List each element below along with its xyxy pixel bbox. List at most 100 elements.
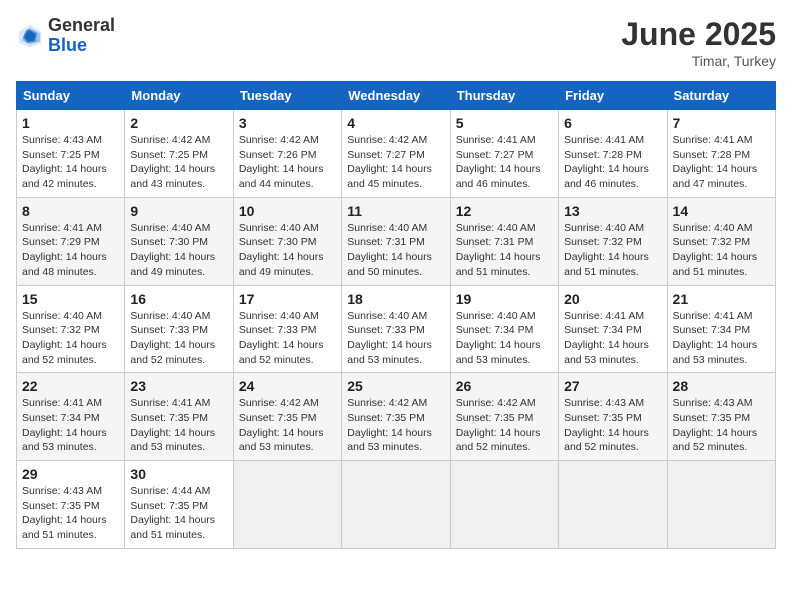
col-header-monday: Monday: [125, 82, 233, 110]
calendar-cell: 26 Sunrise: 4:42 AMSunset: 7:35 PMDaylig…: [450, 373, 558, 461]
calendar-cell: [233, 461, 341, 549]
day-number: 11: [347, 203, 444, 219]
day-info: Sunrise: 4:40 AMSunset: 7:31 PMDaylight:…: [456, 222, 541, 278]
calendar-cell: 12 Sunrise: 4:40 AMSunset: 7:31 PMDaylig…: [450, 197, 558, 285]
day-number: 1: [22, 115, 119, 131]
day-number: 14: [673, 203, 770, 219]
month-title: June 2025: [621, 16, 776, 53]
calendar-table: SundayMondayTuesdayWednesdayThursdayFrid…: [16, 81, 776, 549]
calendar-cell: 21 Sunrise: 4:41 AMSunset: 7:34 PMDaylig…: [667, 285, 775, 373]
calendar-cell: 7 Sunrise: 4:41 AMSunset: 7:28 PMDayligh…: [667, 110, 775, 198]
day-number: 2: [130, 115, 227, 131]
calendar-cell: 6 Sunrise: 4:41 AMSunset: 7:28 PMDayligh…: [559, 110, 667, 198]
day-info: Sunrise: 4:41 AMSunset: 7:35 PMDaylight:…: [130, 397, 215, 453]
day-number: 4: [347, 115, 444, 131]
day-number: 13: [564, 203, 661, 219]
day-number: 25: [347, 378, 444, 394]
calendar-cell: 19 Sunrise: 4:40 AMSunset: 7:34 PMDaylig…: [450, 285, 558, 373]
day-info: Sunrise: 4:42 AMSunset: 7:35 PMDaylight:…: [347, 397, 432, 453]
day-info: Sunrise: 4:41 AMSunset: 7:34 PMDaylight:…: [673, 310, 758, 366]
day-info: Sunrise: 4:40 AMSunset: 7:33 PMDaylight:…: [130, 310, 215, 366]
day-info: Sunrise: 4:40 AMSunset: 7:30 PMDaylight:…: [130, 222, 215, 278]
location-subtitle: Timar, Turkey: [621, 53, 776, 69]
calendar-cell: 22 Sunrise: 4:41 AMSunset: 7:34 PMDaylig…: [17, 373, 125, 461]
day-number: 21: [673, 291, 770, 307]
col-header-thursday: Thursday: [450, 82, 558, 110]
calendar-cell: [450, 461, 558, 549]
calendar-cell: 9 Sunrise: 4:40 AMSunset: 7:30 PMDayligh…: [125, 197, 233, 285]
day-number: 18: [347, 291, 444, 307]
day-number: 16: [130, 291, 227, 307]
day-number: 24: [239, 378, 336, 394]
col-header-friday: Friday: [559, 82, 667, 110]
calendar-cell: 24 Sunrise: 4:42 AMSunset: 7:35 PMDaylig…: [233, 373, 341, 461]
day-number: 22: [22, 378, 119, 394]
day-info: Sunrise: 4:43 AMSunset: 7:35 PMDaylight:…: [564, 397, 649, 453]
calendar-cell: 14 Sunrise: 4:40 AMSunset: 7:32 PMDaylig…: [667, 197, 775, 285]
day-number: 9: [130, 203, 227, 219]
day-info: Sunrise: 4:43 AMSunset: 7:35 PMDaylight:…: [673, 397, 758, 453]
day-number: 10: [239, 203, 336, 219]
day-number: 12: [456, 203, 553, 219]
day-info: Sunrise: 4:40 AMSunset: 7:32 PMDaylight:…: [564, 222, 649, 278]
day-number: 19: [456, 291, 553, 307]
day-info: Sunrise: 4:42 AMSunset: 7:35 PMDaylight:…: [239, 397, 324, 453]
calendar-cell: 30 Sunrise: 4:44 AMSunset: 7:35 PMDaylig…: [125, 461, 233, 549]
col-header-wednesday: Wednesday: [342, 82, 450, 110]
calendar-cell: 13 Sunrise: 4:40 AMSunset: 7:32 PMDaylig…: [559, 197, 667, 285]
calendar-cell: 5 Sunrise: 4:41 AMSunset: 7:27 PMDayligh…: [450, 110, 558, 198]
day-number: 23: [130, 378, 227, 394]
logo-text: General Blue: [48, 16, 115, 56]
day-info: Sunrise: 4:41 AMSunset: 7:29 PMDaylight:…: [22, 222, 107, 278]
day-info: Sunrise: 4:41 AMSunset: 7:28 PMDaylight:…: [673, 134, 758, 190]
day-info: Sunrise: 4:40 AMSunset: 7:34 PMDaylight:…: [456, 310, 541, 366]
page-header: General Blue June 2025 Timar, Turkey: [16, 16, 776, 69]
calendar-cell: 29 Sunrise: 4:43 AMSunset: 7:35 PMDaylig…: [17, 461, 125, 549]
calendar-cell: [559, 461, 667, 549]
day-info: Sunrise: 4:40 AMSunset: 7:33 PMDaylight:…: [239, 310, 324, 366]
calendar-cell: 28 Sunrise: 4:43 AMSunset: 7:35 PMDaylig…: [667, 373, 775, 461]
day-info: Sunrise: 4:41 AMSunset: 7:28 PMDaylight:…: [564, 134, 649, 190]
calendar-cell: 20 Sunrise: 4:41 AMSunset: 7:34 PMDaylig…: [559, 285, 667, 373]
calendar-cell: 2 Sunrise: 4:42 AMSunset: 7:25 PMDayligh…: [125, 110, 233, 198]
day-info: Sunrise: 4:40 AMSunset: 7:31 PMDaylight:…: [347, 222, 432, 278]
day-number: 15: [22, 291, 119, 307]
calendar-cell: 27 Sunrise: 4:43 AMSunset: 7:35 PMDaylig…: [559, 373, 667, 461]
calendar-cell: 17 Sunrise: 4:40 AMSunset: 7:33 PMDaylig…: [233, 285, 341, 373]
calendar-cell: 1 Sunrise: 4:43 AMSunset: 7:25 PMDayligh…: [17, 110, 125, 198]
calendar-cell: 23 Sunrise: 4:41 AMSunset: 7:35 PMDaylig…: [125, 373, 233, 461]
day-info: Sunrise: 4:41 AMSunset: 7:34 PMDaylight:…: [564, 310, 649, 366]
day-number: 27: [564, 378, 661, 394]
day-number: 28: [673, 378, 770, 394]
calendar-cell: 25 Sunrise: 4:42 AMSunset: 7:35 PMDaylig…: [342, 373, 450, 461]
calendar-cell: 11 Sunrise: 4:40 AMSunset: 7:31 PMDaylig…: [342, 197, 450, 285]
calendar-cell: 3 Sunrise: 4:42 AMSunset: 7:26 PMDayligh…: [233, 110, 341, 198]
calendar-cell: [667, 461, 775, 549]
logo: General Blue: [16, 16, 115, 56]
day-number: 26: [456, 378, 553, 394]
day-number: 30: [130, 466, 227, 482]
day-info: Sunrise: 4:44 AMSunset: 7:35 PMDaylight:…: [130, 485, 215, 541]
day-info: Sunrise: 4:40 AMSunset: 7:33 PMDaylight:…: [347, 310, 432, 366]
day-number: 17: [239, 291, 336, 307]
day-info: Sunrise: 4:41 AMSunset: 7:27 PMDaylight:…: [456, 134, 541, 190]
logo-icon: [16, 22, 44, 50]
day-info: Sunrise: 4:42 AMSunset: 7:25 PMDaylight:…: [130, 134, 215, 190]
calendar-cell: 10 Sunrise: 4:40 AMSunset: 7:30 PMDaylig…: [233, 197, 341, 285]
day-info: Sunrise: 4:43 AMSunset: 7:25 PMDaylight:…: [22, 134, 107, 190]
calendar-cell: 15 Sunrise: 4:40 AMSunset: 7:32 PMDaylig…: [17, 285, 125, 373]
day-info: Sunrise: 4:42 AMSunset: 7:27 PMDaylight:…: [347, 134, 432, 190]
day-info: Sunrise: 4:40 AMSunset: 7:30 PMDaylight:…: [239, 222, 324, 278]
day-number: 7: [673, 115, 770, 131]
calendar-cell: 4 Sunrise: 4:42 AMSunset: 7:27 PMDayligh…: [342, 110, 450, 198]
day-info: Sunrise: 4:42 AMSunset: 7:26 PMDaylight:…: [239, 134, 324, 190]
day-number: 29: [22, 466, 119, 482]
day-info: Sunrise: 4:41 AMSunset: 7:34 PMDaylight:…: [22, 397, 107, 453]
col-header-sunday: Sunday: [17, 82, 125, 110]
day-info: Sunrise: 4:40 AMSunset: 7:32 PMDaylight:…: [673, 222, 758, 278]
day-number: 3: [239, 115, 336, 131]
day-number: 6: [564, 115, 661, 131]
calendar-cell: [342, 461, 450, 549]
day-info: Sunrise: 4:43 AMSunset: 7:35 PMDaylight:…: [22, 485, 107, 541]
col-header-saturday: Saturday: [667, 82, 775, 110]
